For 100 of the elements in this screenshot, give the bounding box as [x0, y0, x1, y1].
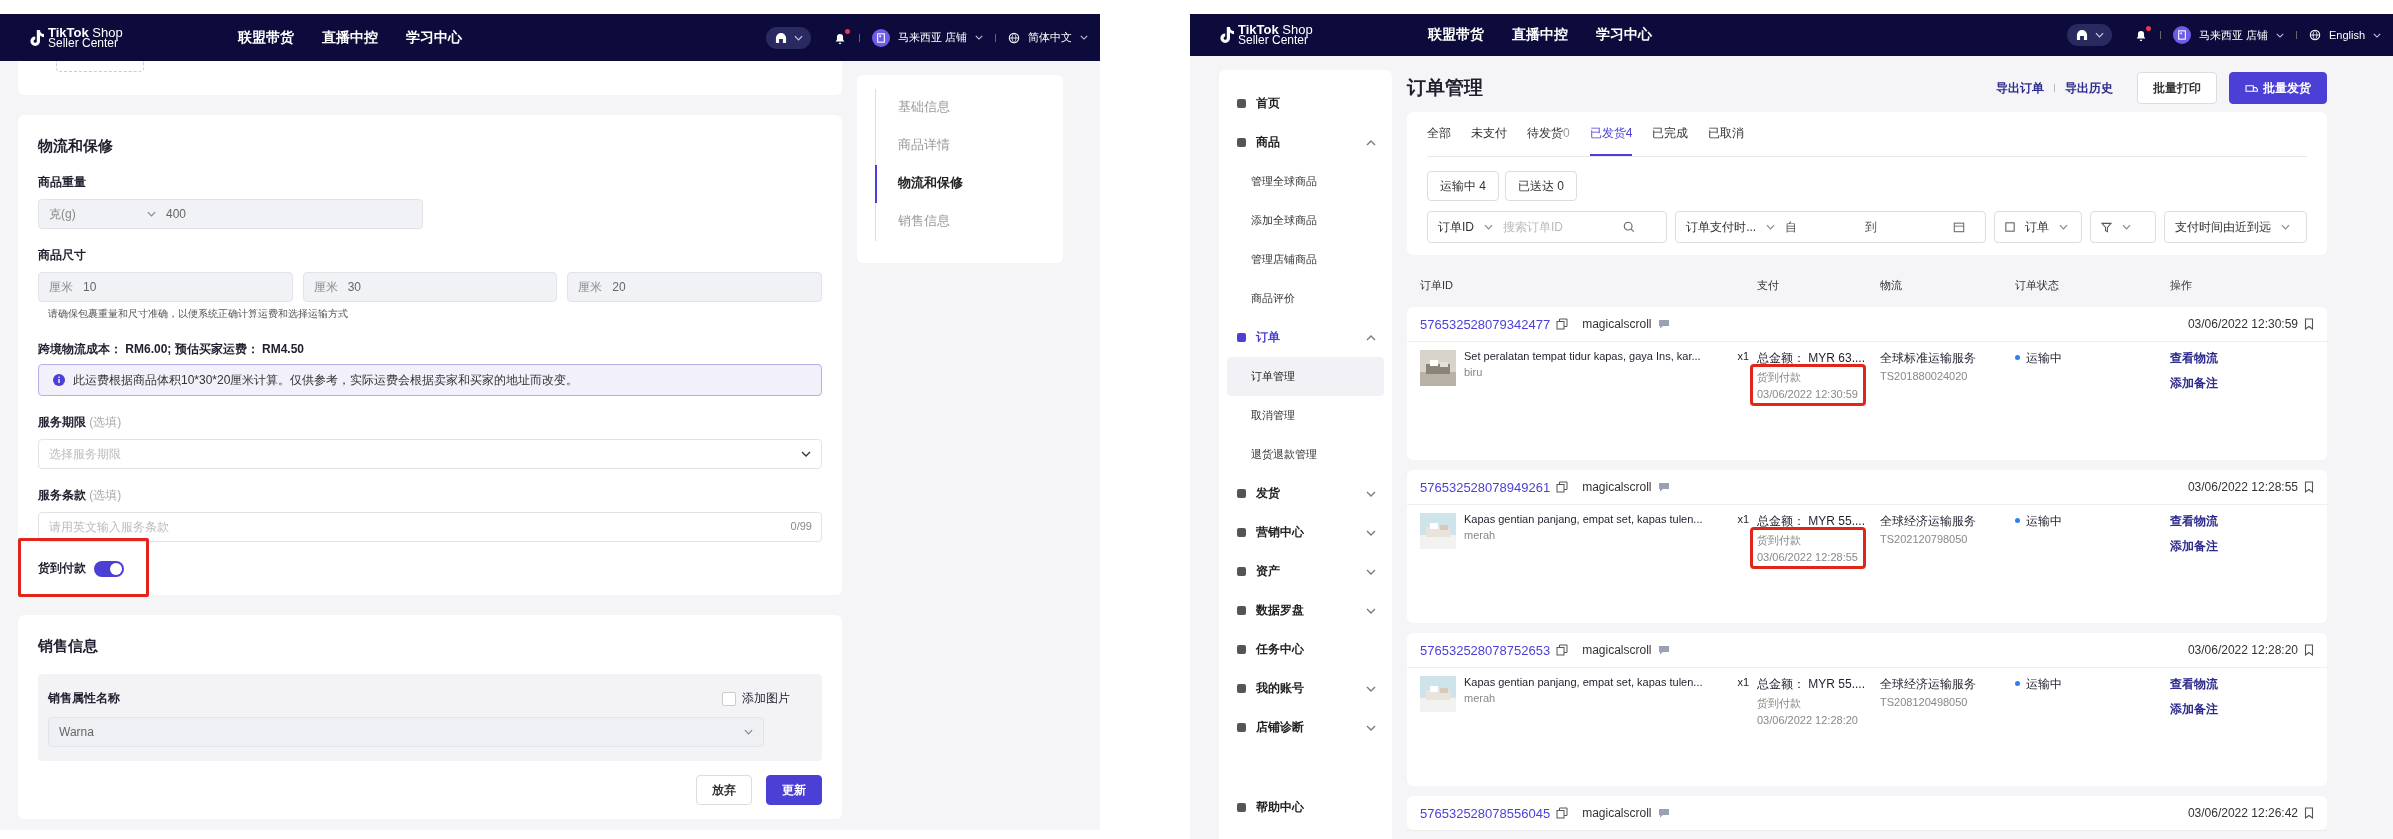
nav-link[interactable]: 联盟带货	[1428, 26, 1484, 44]
sidebar-subitem[interactable]: 订单管理	[1227, 357, 1384, 396]
tab[interactable]: 未支付	[1471, 112, 1507, 156]
chat-icon[interactable]	[1657, 808, 1670, 818]
language-menu[interactable]: 简体中文	[1028, 30, 1072, 45]
sidebar-subitem[interactable]: 商品评价	[1227, 279, 1384, 318]
sidebar-item[interactable]: 我的账号	[1227, 669, 1384, 708]
tab[interactable]: 已取消	[1708, 112, 1745, 156]
sidebar-item[interactable]: 首页	[1227, 84, 1384, 123]
caret-icon	[744, 729, 753, 735]
sidebar-item[interactable]: 营销中心	[1227, 513, 1384, 552]
optional-label: (选填)	[89, 415, 122, 429]
optional-label: (选填)	[89, 488, 122, 502]
sidebar-item[interactable]: 商品	[1227, 123, 1384, 162]
status-chip[interactable]: 已送达 0	[1505, 171, 1578, 201]
action-link[interactable]: 添加备注	[2170, 375, 2218, 392]
caret-icon	[2058, 224, 2068, 230]
order-status: 运输中	[2026, 350, 2062, 367]
chat-icon[interactable]	[1657, 319, 1670, 329]
copy-icon[interactable]	[1556, 318, 1569, 330]
tab[interactable]: 已完成	[1652, 112, 1689, 156]
bookmark-icon[interactable]	[2304, 644, 2314, 656]
tab[interactable]: 全部	[1427, 112, 1451, 156]
column-header: 物流	[1880, 277, 1903, 293]
action-link[interactable]: 添加备注	[2170, 538, 2218, 555]
dimension-field[interactable]: 厘米 30	[302, 272, 558, 302]
anchor-link[interactable]: 物流和保修	[875, 165, 1063, 203]
copy-icon[interactable]	[1556, 807, 1569, 819]
sort-select[interactable]: 支付时间由近到远	[2163, 211, 2307, 243]
language-menu[interactable]: English	[2328, 29, 2365, 41]
sidebar-item[interactable]: 店铺诊断	[1227, 708, 1384, 747]
sidebar-subitem[interactable]: 管理店铺商品	[1227, 240, 1384, 279]
sidebar-subitem[interactable]: 退货退款管理	[1227, 435, 1384, 474]
action-link[interactable]: 查看物流	[2170, 676, 2218, 693]
discard-button[interactable]: 放弃	[696, 775, 752, 805]
dimension-field[interactable]: 厘米 10	[38, 272, 293, 302]
action-link[interactable]: 查看物流	[2170, 513, 2218, 530]
nav-link[interactable]: 联盟带货	[238, 28, 294, 47]
payment-method: 货到付款	[1757, 533, 1801, 548]
total-label: 总金额：	[1757, 677, 1805, 691]
action-link[interactable]: 查看物流	[2170, 350, 2218, 367]
sidebar-item[interactable]: 任务中心	[1227, 630, 1384, 669]
square-icon	[1237, 684, 1246, 693]
sidebar-item[interactable]: 发货	[1227, 474, 1384, 513]
shop-menu[interactable]: 马来西亚 店铺	[2198, 27, 2268, 43]
dimension-field[interactable]: 厘米 20	[567, 272, 822, 302]
nav-link[interactable]: 学习中心	[406, 28, 462, 47]
total-label: 总金额：	[1757, 351, 1805, 365]
order-id-link[interactable]: 576532528079342477	[1420, 316, 1551, 332]
action-link[interactable]: 添加备注	[2170, 701, 2218, 718]
sidebar-subitem[interactable]: 添加全球商品	[1227, 201, 1384, 240]
sidebar-item[interactable]: 订单	[1227, 318, 1384, 357]
support-button[interactable]	[2066, 24, 2112, 46]
order-type-select[interactable]: 订单	[1993, 211, 2082, 243]
store-avatar-icon[interactable]	[871, 28, 890, 47]
export-history-link[interactable]: 导出历史	[2065, 79, 2113, 97]
sidebar-subitem[interactable]: 管理全球商品	[1227, 162, 1384, 201]
order-id-link[interactable]: 576532528078752653	[1420, 642, 1551, 658]
order-id-filter[interactable]: 订单ID 搜索订单ID	[1427, 211, 1668, 243]
status-chip[interactable]: 运输中 4	[1427, 171, 1499, 201]
order-time: 03/06/2022 12:30:59	[2187, 317, 2298, 331]
attribute-select[interactable]: Warna	[48, 717, 764, 747]
page-title: 订单管理	[1407, 76, 1483, 100]
search-icon[interactable]	[1623, 221, 1635, 233]
bookmark-icon[interactable]	[2304, 318, 2314, 330]
chat-icon[interactable]	[1657, 482, 1670, 492]
tab[interactable]: 待发货0	[1527, 112, 1570, 156]
bookmark-icon[interactable]	[2304, 481, 2314, 493]
date-range-filter[interactable]: 订单支付时... 自 到	[1675, 211, 1986, 243]
nav-link[interactable]: 直播中控	[1512, 26, 1568, 44]
sidebar-item[interactable]: 数据罗盘	[1227, 591, 1384, 630]
caret-icon	[793, 34, 803, 41]
sidebar-item[interactable]: 帮助中心	[1227, 788, 1384, 827]
info-icon	[53, 374, 65, 386]
quantity: x1	[1737, 350, 1749, 362]
sidebar-subitem[interactable]: 取消管理	[1227, 396, 1384, 435]
bookmark-icon[interactable]	[2304, 807, 2314, 819]
batch-ship-button[interactable]: 批量发货	[2229, 72, 2327, 104]
update-button[interactable]: 更新	[766, 775, 822, 805]
section-title: 物流和保修	[38, 137, 114, 156]
sidebar-item[interactable]: 资产	[1227, 552, 1384, 591]
chevron-icon	[1366, 607, 1376, 614]
chat-icon[interactable]	[1657, 645, 1670, 655]
batch-print-button[interactable]: 批量打印	[2137, 72, 2217, 104]
toggle-switch[interactable]	[94, 560, 124, 577]
store-avatar-icon[interactable]	[2172, 26, 2191, 44]
shop-menu[interactable]: 马来西亚 店铺	[897, 30, 967, 45]
weight-field[interactable]: 克(g) 400	[38, 199, 423, 229]
support-button[interactable]	[765, 26, 811, 49]
date-to: 到	[1865, 218, 1879, 236]
tracking-number: TS201880024020	[1880, 370, 1969, 382]
tab[interactable]: 已发货4	[1589, 112, 1633, 156]
copy-icon[interactable]	[1556, 481, 1569, 493]
copy-icon[interactable]	[1556, 644, 1569, 656]
order-id-link[interactable]: 576532528078556045	[1420, 805, 1551, 821]
order-id-link[interactable]: 576532528078949261	[1420, 479, 1551, 495]
nav-link[interactable]: 直播中控	[322, 28, 378, 47]
nav-link[interactable]: 学习中心	[1596, 26, 1652, 44]
checkbox[interactable]	[722, 691, 736, 706]
export-link[interactable]: 导出订单	[1996, 79, 2044, 97]
